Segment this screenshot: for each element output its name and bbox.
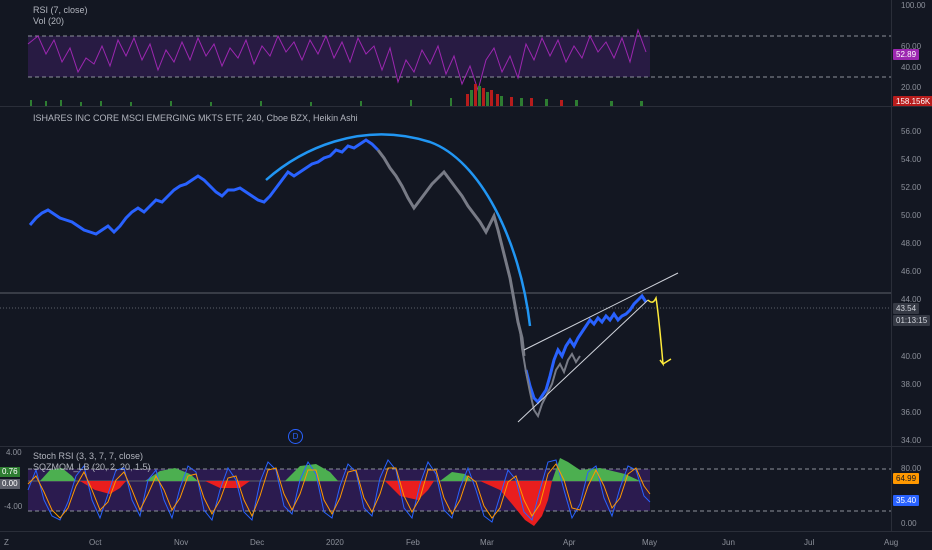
price-tick-36: 36.00 bbox=[901, 408, 922, 417]
rsi-tick-20: 20.00 bbox=[901, 83, 922, 92]
wedge-upper-line bbox=[523, 272, 679, 351]
month-dec: Dec bbox=[250, 538, 265, 547]
month-oct: Oct bbox=[89, 538, 102, 547]
month-jun: Jun bbox=[722, 538, 735, 547]
price-tick-52: 52.00 bbox=[901, 183, 922, 192]
last-price-tag: 43.54 bbox=[893, 303, 920, 314]
price-tick-46: 46.00 bbox=[901, 267, 922, 276]
auto-scale-button[interactable]: Z bbox=[4, 538, 9, 547]
price-tick-40: 40.00 bbox=[901, 352, 922, 361]
month-aug: Aug bbox=[884, 538, 899, 547]
osc-left-tick-4: 4.00 bbox=[6, 448, 22, 457]
month-jul: Jul bbox=[804, 538, 815, 547]
rsi-pane[interactable]: RSI (7, close) Vol (20) bbox=[0, 0, 891, 106]
price-tick-48: 48.00 bbox=[901, 239, 922, 248]
oscillator-axis[interactable]: 80.00 0.00 bbox=[891, 447, 932, 531]
main-pane[interactable]: ISHARES INC CORE MSCI EMERGING MKTS ETF,… bbox=[0, 107, 891, 446]
stoch-k-tag: 64.99 bbox=[893, 473, 920, 484]
osc-left-value-2: 0.00 bbox=[0, 479, 20, 489]
month-mar: Mar bbox=[480, 538, 494, 547]
volume-bars bbox=[30, 86, 643, 106]
price-tick-38: 38.00 bbox=[901, 380, 922, 389]
price-chart bbox=[0, 133, 891, 423]
chart-title[interactable]: ISHARES INC CORE MSCI EMERGING MKTS ETF,… bbox=[33, 113, 358, 123]
stoch-d-tag: 35.40 bbox=[893, 495, 920, 506]
price-tick-50: 50.00 bbox=[901, 211, 922, 220]
rsi-title[interactable]: RSI (7, close) bbox=[33, 5, 88, 15]
month-apr: Apr bbox=[563, 538, 576, 547]
stoch-title[interactable]: Stoch RSI (3, 3, 7, 7, close) bbox=[33, 451, 143, 461]
rsi-tick-40: 40.00 bbox=[901, 63, 922, 72]
candles bbox=[28, 138, 648, 419]
osc-left-tick-neg4: -4.00 bbox=[4, 502, 23, 511]
oscillator-pane[interactable]: Stoch RSI (3, 3, 7, 7, close) SQZMOM_LB … bbox=[0, 447, 891, 531]
countdown-tag: 01:13:15 bbox=[893, 315, 931, 326]
year-2020: 2020 bbox=[326, 538, 344, 547]
price-tick-54: 54.00 bbox=[901, 155, 922, 164]
dividend-event-badge[interactable]: D bbox=[288, 429, 303, 444]
month-nov: Nov bbox=[174, 538, 189, 547]
time-axis[interactable]: Z Oct Nov Dec 2020 Feb Mar Apr May Jun J… bbox=[0, 532, 932, 550]
osc-left-value-1: 0.76 bbox=[0, 467, 20, 477]
wedge-lower-line bbox=[517, 299, 649, 423]
month-may: May bbox=[642, 538, 658, 547]
price-axis[interactable]: 56.00 54.00 52.00 50.00 48.00 46.00 44.0… bbox=[891, 107, 932, 446]
rsi-value-tag: 52.89 bbox=[893, 49, 920, 60]
rsi-tick-100: 100.00 bbox=[901, 1, 926, 10]
price-tick-56: 56.00 bbox=[901, 127, 922, 136]
osc-tick-0: 0.00 bbox=[901, 519, 917, 528]
osc-tick-80: 80.00 bbox=[901, 464, 922, 473]
sqz-title[interactable]: SQZMOM_LB (20, 2, 20, 1.5) bbox=[33, 462, 151, 472]
rsi-chart bbox=[27, 28, 891, 106]
vol-title[interactable]: Vol (20) bbox=[33, 16, 64, 26]
arc-annotation bbox=[265, 133, 532, 327]
month-feb: Feb bbox=[406, 538, 420, 547]
price-tick-34: 34.00 bbox=[901, 436, 922, 445]
